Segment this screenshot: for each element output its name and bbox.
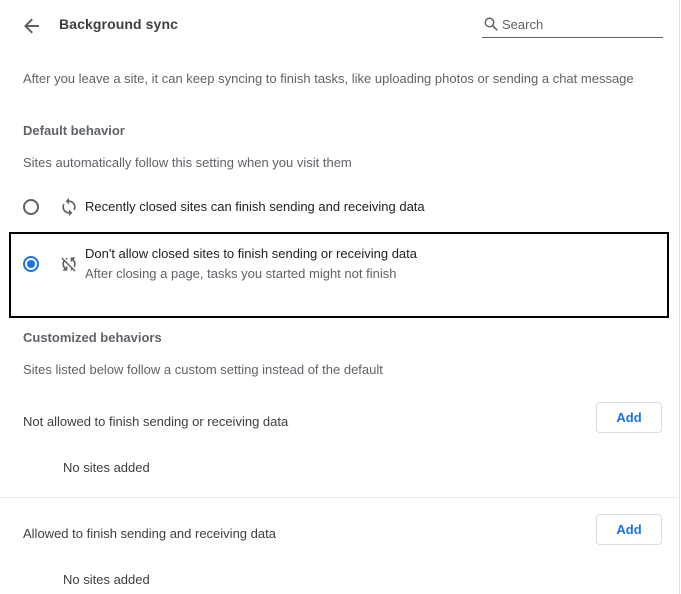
arrow-back-icon: [24, 18, 39, 34]
sync-icon: [59, 197, 79, 217]
back-button[interactable]: [18, 12, 46, 40]
search-input[interactable]: [502, 14, 660, 34]
list-divider: [0, 497, 680, 498]
page-title: Background sync: [59, 16, 178, 32]
page-header: Background sync: [0, 0, 680, 52]
default-behavior-subtitle: Sites automatically follow this setting …: [23, 155, 352, 170]
blocked-sites-empty-text: No sites added: [63, 460, 150, 475]
search-icon: [484, 17, 498, 31]
sync-disabled-icon: [59, 254, 79, 274]
page-description: After you leave a site, it can keep sync…: [23, 71, 634, 86]
allowed-sites-empty-text: No sites added: [63, 572, 150, 587]
blocked-sites-list-label: Not allowed to finish sending or receivi…: [23, 414, 289, 429]
option-block-sync-label[interactable]: Don't allow closed sites to finish sendi…: [85, 246, 417, 261]
allowed-sites-list-label: Allowed to finish sending and receiving …: [23, 526, 276, 541]
default-behavior-heading: Default behavior: [23, 123, 125, 138]
option-block-sync-sublabel: After closing a page, tasks you started …: [85, 266, 397, 281]
customized-behaviors-heading: Customized behaviors: [23, 330, 162, 345]
add-blocked-site-button[interactable]: Add: [596, 402, 662, 433]
radio-allow-sync[interactable]: [23, 199, 39, 215]
settings-page: Background sync After you leave a site, …: [0, 0, 680, 594]
radio-block-sync[interactable]: [23, 256, 39, 272]
add-allowed-site-button[interactable]: Add: [596, 514, 662, 545]
search-box[interactable]: [482, 13, 663, 38]
option-allow-sync-label[interactable]: Recently closed sites can finish sending…: [85, 199, 425, 214]
customized-behaviors-subtitle: Sites listed below follow a custom setti…: [23, 362, 383, 377]
